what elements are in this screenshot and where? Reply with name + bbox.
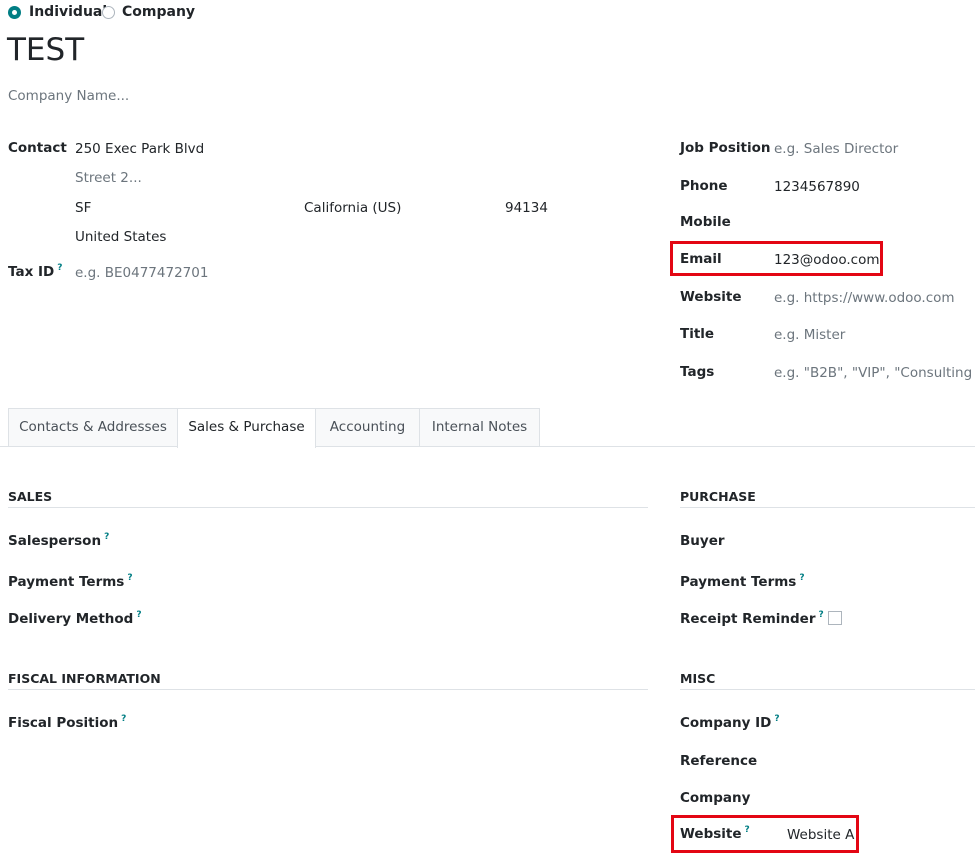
tax-id-label-text: Tax ID <box>8 264 55 280</box>
tab-contacts-addresses[interactable]: Contacts & Addresses <box>8 408 178 446</box>
state-select[interactable]: California (US) <box>304 200 401 216</box>
individual-label[interactable]: Individual <box>29 4 107 20</box>
tab-internal-notes[interactable]: Internal Notes <box>419 408 540 446</box>
company-id-text: Company ID <box>680 715 772 731</box>
fiscal-position-text: Fiscal Position <box>8 715 119 731</box>
company-id-help-icon[interactable]: ? <box>774 714 779 724</box>
tax-id-help-icon[interactable]: ? <box>57 263 62 273</box>
mobile-label: Mobile <box>680 214 731 230</box>
salesperson-label: Salesperson? <box>8 532 109 549</box>
job-position-input[interactable]: e.g. Sales Director <box>774 141 898 157</box>
misc-website-help-icon[interactable]: ? <box>745 825 750 835</box>
partner-name-input[interactable]: TEST <box>7 32 84 68</box>
fiscal-section-divider <box>8 689 648 690</box>
title-select[interactable]: e.g. Mister <box>774 327 845 343</box>
contact-label: Contact <box>8 140 67 156</box>
misc-website-text: Website <box>680 826 742 842</box>
purchase-payment-terms-help-icon[interactable]: ? <box>799 573 804 583</box>
tab-bar-border <box>0 446 975 447</box>
misc-website-select[interactable]: Website A <box>787 827 854 843</box>
sales-payment-terms-help-icon[interactable]: ? <box>127 573 132 583</box>
company-name-input[interactable]: Company Name... <box>8 88 129 104</box>
buyer-label: Buyer <box>680 533 725 549</box>
delivery-method-label: Delivery Method? <box>8 610 142 627</box>
salesperson-help-icon[interactable]: ? <box>104 532 109 542</box>
street2-input[interactable]: Street 2... <box>75 170 142 186</box>
fiscal-section-title: FISCAL INFORMATION <box>8 671 161 686</box>
website-input[interactable]: e.g. https://www.odoo.com <box>774 290 955 306</box>
company-field-label: Company <box>680 790 751 806</box>
individual-radio[interactable] <box>8 6 21 19</box>
misc-section-divider <box>680 689 975 690</box>
company-radio[interactable] <box>102 6 115 19</box>
sales-section-divider <box>8 507 648 508</box>
misc-website-label: Website? <box>680 825 750 842</box>
company-label[interactable]: Company <box>122 4 195 20</box>
salesperson-label-text: Salesperson <box>8 533 102 549</box>
purchase-payment-terms-text: Payment Terms <box>680 574 797 590</box>
company-id-label: Company ID? <box>680 714 780 731</box>
tax-id-label: Tax ID? <box>8 263 62 280</box>
misc-section-title: MISC <box>680 671 716 686</box>
tags-label: Tags <box>680 364 715 380</box>
country-select[interactable]: United States <box>75 229 166 245</box>
receipt-reminder-text: Receipt Reminder <box>680 611 816 627</box>
tax-id-input[interactable]: e.g. BE0477472701 <box>75 265 208 281</box>
delivery-method-help-icon[interactable]: ? <box>136 610 141 620</box>
email-input[interactable]: 123@odoo.com <box>774 252 880 268</box>
title-label: Title <box>680 326 715 342</box>
zip-input[interactable]: 94134 <box>505 200 548 216</box>
fiscal-position-help-icon[interactable]: ? <box>121 714 126 724</box>
job-position-label: Job Position <box>680 140 771 156</box>
sales-section-title: SALES <box>8 489 53 504</box>
sales-payment-terms-label: Payment Terms? <box>8 573 133 590</box>
email-label: Email <box>680 251 722 267</box>
website-label: Website <box>680 289 742 305</box>
delivery-method-text: Delivery Method <box>8 611 134 627</box>
receipt-reminder-help-icon[interactable]: ? <box>819 610 824 620</box>
tags-input[interactable]: e.g. "B2B", "VIP", "Consulting", ... <box>774 365 972 381</box>
fiscal-position-label: Fiscal Position? <box>8 714 126 731</box>
tab-accounting[interactable]: Accounting <box>315 408 420 446</box>
receipt-reminder-label: Receipt Reminder? <box>680 610 842 627</box>
phone-input[interactable]: 1234567890 <box>774 179 860 195</box>
phone-label: Phone <box>680 178 728 194</box>
purchase-payment-terms-label: Payment Terms? <box>680 573 805 590</box>
sales-payment-terms-text: Payment Terms <box>8 574 125 590</box>
purchase-section-title: PURCHASE <box>680 489 756 504</box>
purchase-section-divider <box>680 507 975 508</box>
reference-label: Reference <box>680 753 758 769</box>
receipt-reminder-checkbox[interactable] <box>827 611 842 625</box>
tab-sales-purchase[interactable]: Sales & Purchase <box>177 408 316 448</box>
street-input[interactable]: 250 Exec Park Blvd <box>75 141 204 157</box>
city-input[interactable]: SF <box>75 200 91 216</box>
